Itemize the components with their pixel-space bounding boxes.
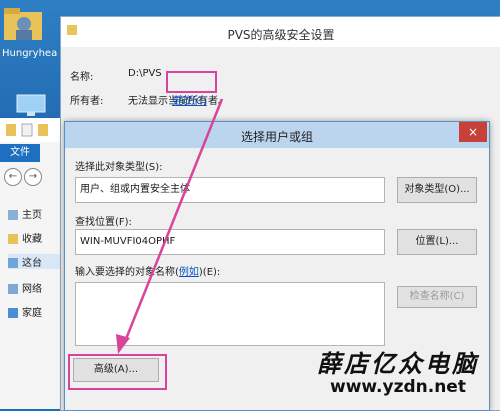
watermark-url: www.yzdn.net: [330, 377, 466, 397]
watermark-title: 薛店亿众电脑: [317, 349, 479, 378]
